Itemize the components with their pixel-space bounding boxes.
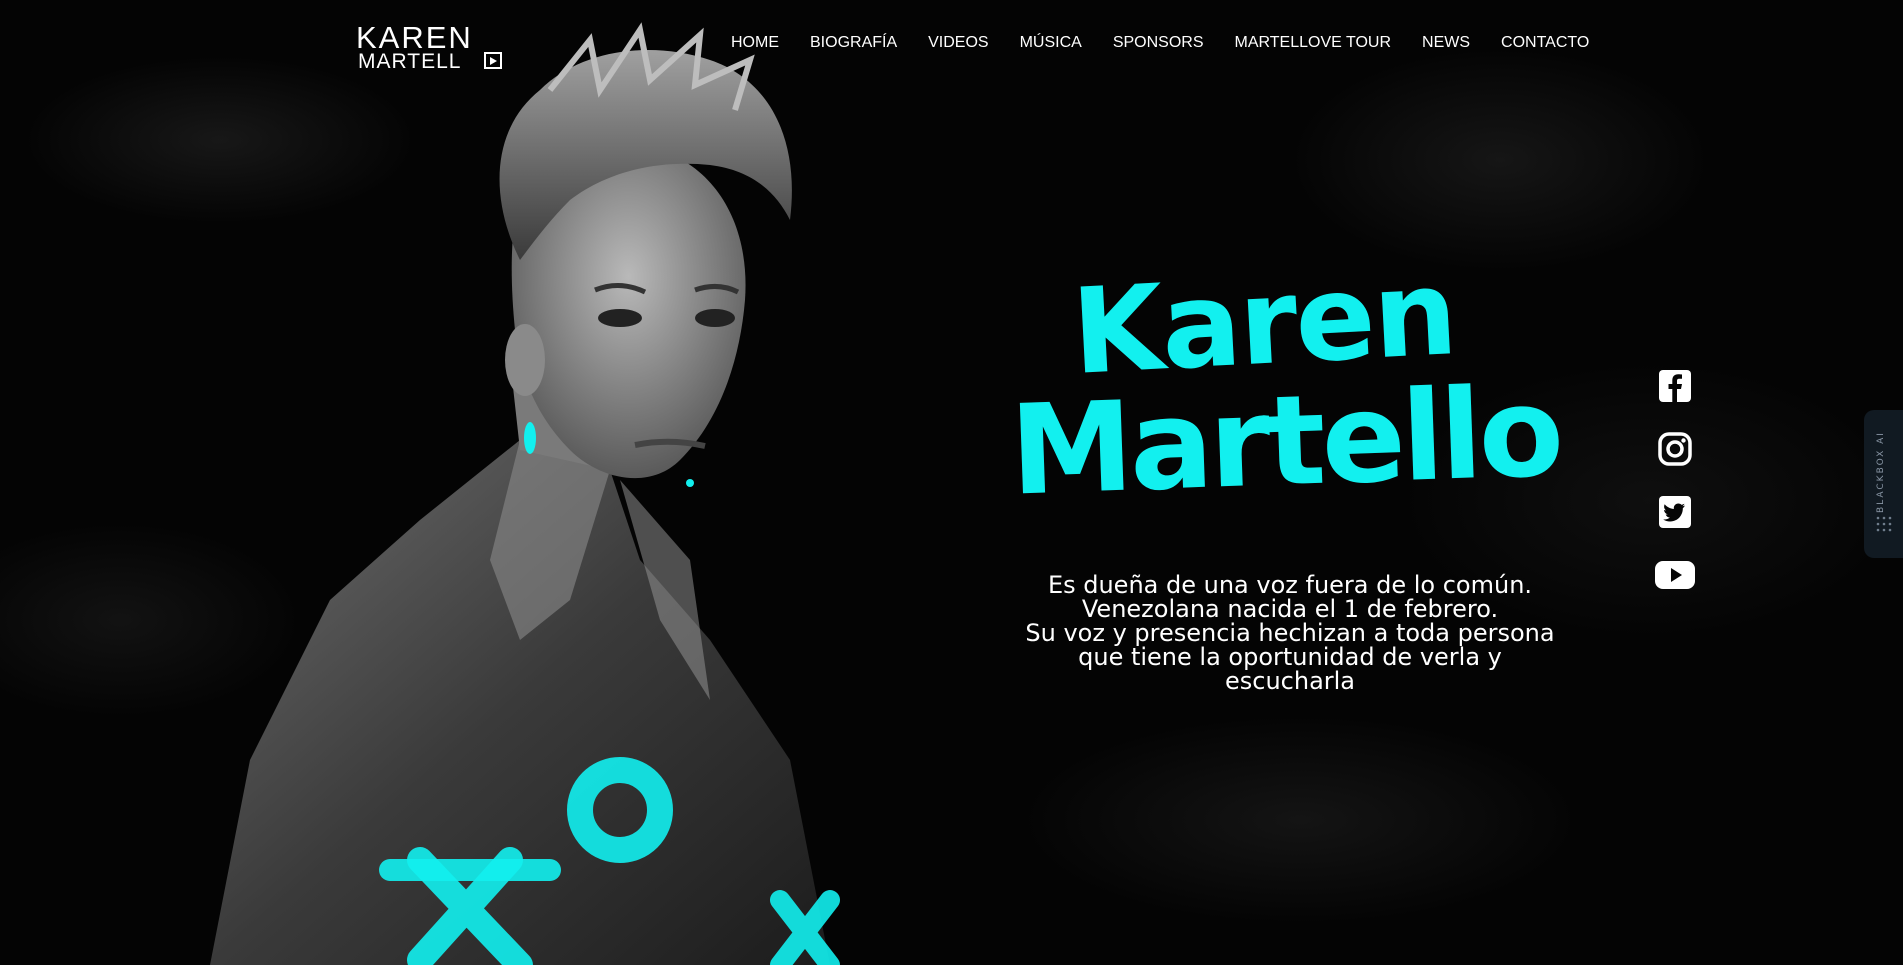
social-links [1655, 366, 1695, 618]
tagline-line: Su voz y presencia hechizan a toda perso… [1025, 619, 1555, 647]
nav-musica[interactable]: MÚSICA [1020, 34, 1082, 58]
nav-sponsors[interactable]: SPONSORS [1113, 34, 1204, 58]
facebook-icon[interactable] [1655, 366, 1695, 406]
hero-tagline: Es dueña de una voz fuera de lo común. V… [1010, 573, 1570, 693]
tagline-line: escucharla [1224, 667, 1356, 695]
blackbox-ai-label: BLACKBOX AI [1876, 431, 1886, 513]
tagline-line: Venezolana nacida el 1 de febrero. [1081, 595, 1499, 623]
tagline-line: Es dueña de una voz fuera de lo común. [1047, 571, 1533, 599]
hero-title-line-2: Martello [1007, 360, 1563, 524]
dots-icon [1876, 516, 1892, 532]
blackbox-ai-tab[interactable]: BLACKBOX AI [1864, 410, 1903, 558]
youtube-icon[interactable] [1655, 555, 1695, 595]
nav-martellove-tour[interactable]: MARTELLOVE TOUR [1235, 34, 1392, 58]
instagram-icon[interactable] [1655, 429, 1695, 469]
twitter-icon[interactable] [1655, 492, 1695, 532]
hero-title: Karen Martello [1007, 243, 1580, 562]
nav-contacto[interactable]: CONTACTO [1501, 34, 1589, 58]
tagline-line: que tiene la oportunidad de verla y [1078, 643, 1502, 671]
artist-portrait [210, 22, 840, 965]
nav-news[interactable]: NEWS [1422, 34, 1470, 58]
